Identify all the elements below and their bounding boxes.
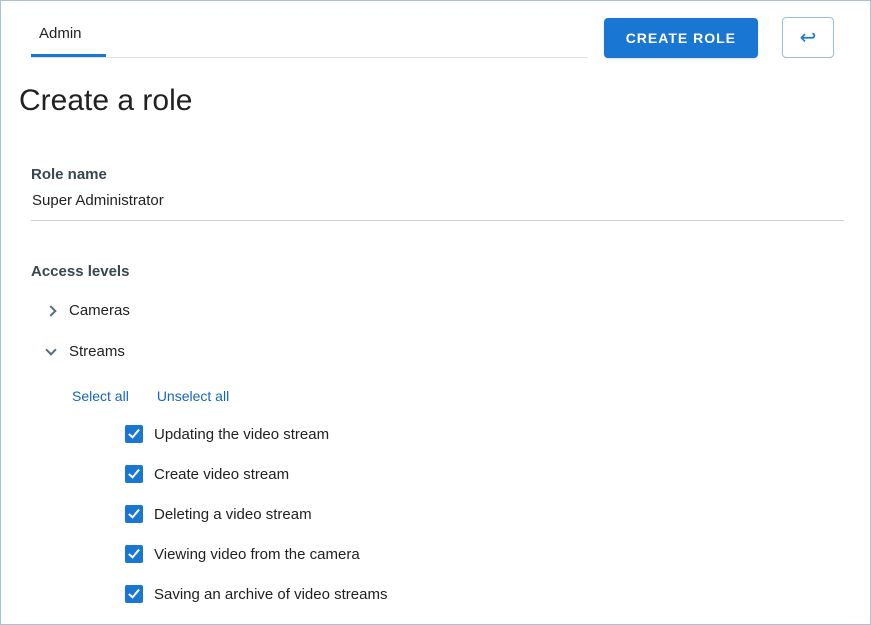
access-levels-tree: Cameras Streams Select all Unselect all … (31, 290, 844, 614)
permission-label: Create video stream (154, 466, 289, 483)
admin-panel-window: Admin CREATE ROLE ↩ Create a role Role n… (0, 0, 871, 625)
checkbox-checked-icon[interactable] (125, 545, 143, 563)
tab-strip: Admin (31, 21, 588, 58)
checkbox-checked-icon[interactable] (125, 585, 143, 603)
checkbox-checked-icon[interactable] (125, 505, 143, 523)
permissions-list: Updating the video stream Create video s… (125, 414, 844, 614)
permission-row[interactable]: Deleting a video stream (125, 494, 844, 534)
select-all-link[interactable]: Select all (72, 388, 129, 404)
permission-label: Deleting a video stream (154, 506, 312, 523)
permission-label: Saving an archive of video streams (154, 586, 387, 603)
permission-label: Updating the video stream (154, 426, 329, 443)
topbar-buttons: CREATE ROLE ↩ (604, 17, 834, 58)
chevron-right-icon (45, 305, 56, 316)
role-name-input[interactable] (31, 183, 844, 221)
create-role-form: Role name Access levels Cameras Streams … (31, 166, 844, 614)
tree-item-cameras[interactable]: Cameras (31, 290, 844, 331)
permission-row[interactable]: Create video stream (125, 454, 844, 494)
access-levels-label: Access levels (31, 263, 844, 280)
chevron-down-icon (45, 344, 56, 355)
checkbox-checked-icon[interactable] (125, 465, 143, 483)
permission-row[interactable]: Saving an archive of video streams (125, 574, 844, 614)
tab-admin[interactable]: Admin (31, 21, 106, 57)
bulk-actions: Select all Unselect all (72, 388, 844, 404)
tree-item-streams[interactable]: Streams (31, 331, 844, 372)
checkbox-checked-icon[interactable] (125, 425, 143, 443)
back-button[interactable]: ↩ (782, 17, 834, 58)
page-title: Create a role (19, 84, 870, 118)
permission-row[interactable]: Updating the video stream (125, 414, 844, 454)
tree-item-label: Cameras (69, 302, 130, 319)
topbar: Admin CREATE ROLE ↩ (31, 17, 834, 58)
role-name-label: Role name (31, 166, 844, 183)
unselect-all-link[interactable]: Unselect all (157, 388, 229, 404)
permission-label: Viewing video from the camera (154, 546, 360, 563)
tree-item-label: Streams (69, 343, 125, 360)
return-arrow-icon: ↩ (800, 28, 817, 48)
permission-row[interactable]: Viewing video from the camera (125, 534, 844, 574)
create-role-button[interactable]: CREATE ROLE (604, 18, 758, 58)
